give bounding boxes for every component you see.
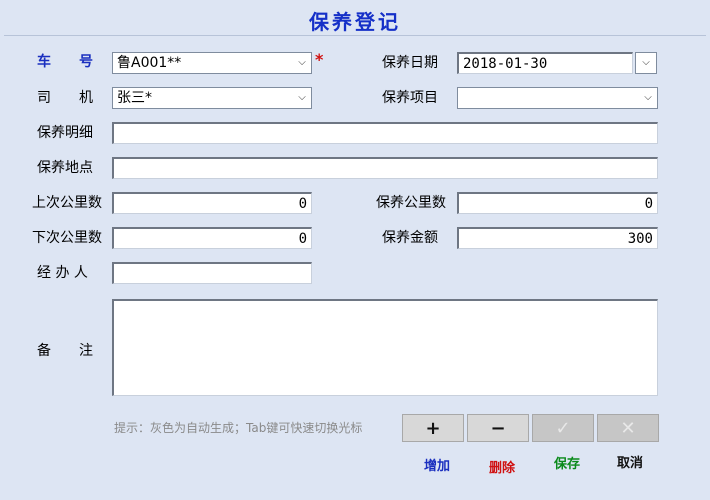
minus-icon: − — [490, 417, 506, 439]
maint-mileage-input[interactable]: 0 — [457, 192, 658, 214]
delete-button[interactable]: − — [467, 414, 529, 442]
next-mileage-input[interactable]: 0 — [112, 227, 312, 249]
chevron-down-icon[interactable]: ⌵ — [295, 89, 309, 107]
hint-text: 提示：灰色为自动生成；Tab键可快速切换光标 — [114, 421, 363, 435]
chevron-down-icon[interactable]: ⌵ — [641, 89, 655, 107]
save-label[interactable]: 保存 — [536, 453, 598, 472]
plate-value: 鲁A001** — [117, 55, 182, 71]
date-label: 保养日期 — [382, 55, 438, 71]
required-mark: * — [315, 50, 324, 69]
calendar-dropdown-icon[interactable]: ⌵ — [639, 54, 653, 72]
date-picker-button[interactable]: ⌵ — [635, 52, 657, 74]
chevron-down-icon[interactable]: ⌵ — [295, 54, 309, 72]
plate-select[interactable]: 鲁A001** ⌵ — [112, 52, 312, 74]
date-input[interactable]: 2018-01-30 — [457, 52, 633, 74]
save-button[interactable]: ✓ — [532, 414, 594, 442]
remarks-textarea[interactable] — [112, 299, 658, 396]
maint-mileage-label: 保养公里数 — [376, 195, 446, 211]
amount-label: 保养金额 — [382, 230, 438, 246]
cancel-label[interactable]: 取消 — [599, 452, 661, 471]
add-button[interactable]: + — [402, 414, 464, 442]
next-mileage-label: 下次公里数 — [32, 230, 102, 246]
remarks-label: 备 注 — [37, 343, 93, 359]
plus-icon: + — [425, 417, 441, 439]
page-title: 保养登记 — [309, 10, 401, 34]
driver-value: 张三* — [117, 90, 152, 106]
item-label: 保养项目 — [382, 90, 438, 106]
detail-input[interactable] — [112, 122, 658, 144]
add-label[interactable]: 增加 — [406, 455, 468, 474]
check-icon: ✓ — [555, 417, 571, 439]
delete-label[interactable]: 删除 — [471, 457, 533, 476]
handler-input[interactable] — [112, 262, 312, 284]
close-icon: ✕ — [620, 417, 636, 439]
last-mileage-input[interactable]: 0 — [112, 192, 312, 214]
amount-input[interactable]: 300 — [457, 227, 658, 249]
title-divider — [4, 35, 706, 36]
driver-select[interactable]: 张三* ⌵ — [112, 87, 312, 109]
cancel-button[interactable]: ✕ — [597, 414, 659, 442]
driver-label: 司 机 — [37, 90, 93, 106]
location-input[interactable] — [112, 157, 658, 179]
plate-label: 车 号 — [37, 54, 93, 70]
detail-label: 保养明细 — [37, 125, 93, 141]
location-label: 保养地点 — [37, 160, 93, 176]
item-select[interactable]: ⌵ — [457, 87, 658, 109]
handler-label: 经 办 人 — [37, 265, 88, 281]
last-mileage-label: 上次公里数 — [32, 195, 102, 211]
